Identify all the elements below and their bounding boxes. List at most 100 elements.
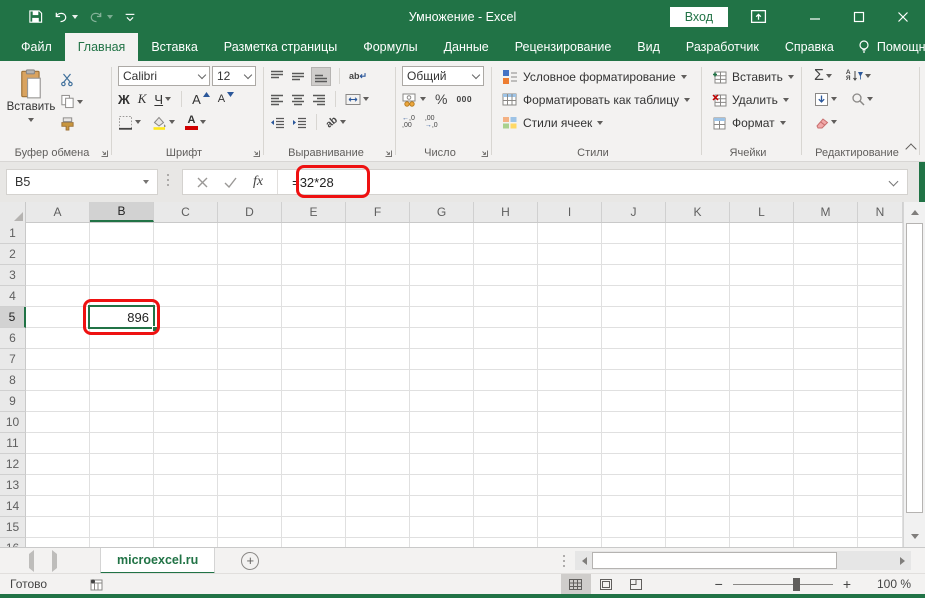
cell-E8[interactable] [282, 370, 346, 391]
cell-C10[interactable] [154, 412, 218, 433]
formula-input-area[interactable]: fx =32*28 [182, 169, 908, 195]
tab-Главная[interactable]: Главная [64, 33, 139, 61]
cell-B2[interactable] [90, 244, 154, 265]
fill-button[interactable] [814, 92, 837, 107]
cell-E16[interactable] [282, 538, 346, 547]
scroll-down-arrow[interactable] [904, 527, 925, 547]
cell-J10[interactable] [602, 412, 666, 433]
column-header-M[interactable]: M [794, 202, 858, 222]
cell-H1[interactable] [474, 223, 538, 244]
formula-bar-splitter[interactable] [167, 174, 169, 186]
cell-F5[interactable] [346, 307, 410, 328]
orientation-button[interactable]: ab [324, 114, 346, 130]
cell-N13[interactable] [858, 475, 903, 496]
number-dialog-launcher[interactable] [479, 148, 489, 158]
cell-N6[interactable] [858, 328, 903, 349]
cell-A3[interactable] [26, 265, 90, 286]
cell-F11[interactable] [346, 433, 410, 454]
cell-H3[interactable] [474, 265, 538, 286]
cell-M14[interactable] [794, 496, 858, 517]
tab-Разработчик[interactable]: Разработчик [673, 33, 772, 61]
cell-D1[interactable] [218, 223, 282, 244]
cell-D5[interactable] [218, 307, 282, 328]
cell-C14[interactable] [154, 496, 218, 517]
cell-N11[interactable] [858, 433, 903, 454]
cell-H14[interactable] [474, 496, 538, 517]
cell-K11[interactable] [666, 433, 730, 454]
cell-C1[interactable] [154, 223, 218, 244]
help-assistant[interactable]: Помощн [847, 33, 925, 61]
row-header-4[interactable]: 4 [0, 286, 26, 307]
cell-E15[interactable] [282, 517, 346, 538]
cell-I1[interactable] [538, 223, 602, 244]
cell-L9[interactable] [730, 391, 794, 412]
cell-L3[interactable] [730, 265, 794, 286]
font-dialog-launcher[interactable] [251, 148, 261, 158]
row-header-13[interactable]: 13 [0, 475, 26, 496]
row-header-8[interactable]: 8 [0, 370, 26, 391]
zoom-level[interactable]: 100 % [869, 577, 911, 591]
cell-N10[interactable] [858, 412, 903, 433]
cell-F16[interactable] [346, 538, 410, 547]
save-icon[interactable] [28, 9, 43, 24]
scroll-right-arrow[interactable] [894, 551, 911, 570]
italic-button[interactable]: К [138, 91, 147, 107]
cell-L13[interactable] [730, 475, 794, 496]
cell-F7[interactable] [346, 349, 410, 370]
cell-A11[interactable] [26, 433, 90, 454]
column-header-G[interactable]: G [410, 202, 474, 222]
redo-button[interactable] [88, 9, 113, 24]
cell-E6[interactable] [282, 328, 346, 349]
cell-C7[interactable] [154, 349, 218, 370]
cell-G11[interactable] [410, 433, 474, 454]
column-header-B[interactable]: B [90, 202, 154, 222]
insert-function-button[interactable]: fx [253, 174, 263, 190]
merge-center-button[interactable] [345, 93, 369, 106]
cell-C13[interactable] [154, 475, 218, 496]
sheet-nav-right-icon[interactable] [52, 549, 61, 572]
cell-K13[interactable] [666, 475, 730, 496]
cell-H4[interactable] [474, 286, 538, 307]
cell-L7[interactable] [730, 349, 794, 370]
cell-J3[interactable] [602, 265, 666, 286]
paste-dropdown-caret[interactable] [28, 118, 34, 125]
paste-button[interactable]: Вставить [6, 66, 56, 131]
cell-A5[interactable] [26, 307, 90, 328]
comma-style-button[interactable]: 000 [456, 94, 472, 104]
column-header-C[interactable]: C [154, 202, 218, 222]
cell-D11[interactable] [218, 433, 282, 454]
tab-Вид[interactable]: Вид [624, 33, 673, 61]
cell-H2[interactable] [474, 244, 538, 265]
cell-C3[interactable] [154, 265, 218, 286]
tab-Рецензирование[interactable]: Рецензирование [502, 33, 625, 61]
sheet-tab-active[interactable]: microexcel.ru [100, 547, 216, 574]
cell-I15[interactable] [538, 517, 602, 538]
percent-style-button[interactable]: % [435, 91, 447, 107]
name-box-caret[interactable] [143, 180, 149, 187]
insert-cells-button[interactable]: Вставить [712, 66, 798, 88]
column-header-F[interactable]: F [346, 202, 410, 222]
cell-J9[interactable] [602, 391, 666, 412]
row-header-11[interactable]: 11 [0, 433, 26, 454]
cell-D2[interactable] [218, 244, 282, 265]
cell-G16[interactable] [410, 538, 474, 547]
wrap-text-button[interactable]: ab↵ [349, 71, 367, 82]
cell-G7[interactable] [410, 349, 474, 370]
cell-N9[interactable] [858, 391, 903, 412]
cell-C16[interactable] [154, 538, 218, 547]
cell-N15[interactable] [858, 517, 903, 538]
row-header-1[interactable]: 1 [0, 223, 26, 244]
align-middle-icon[interactable] [291, 70, 305, 83]
cell-B13[interactable] [90, 475, 154, 496]
cell-K5[interactable] [666, 307, 730, 328]
cell-C6[interactable] [154, 328, 218, 349]
cell-D7[interactable] [218, 349, 282, 370]
cell-F12[interactable] [346, 454, 410, 475]
cell-M5[interactable] [794, 307, 858, 328]
cell-G6[interactable] [410, 328, 474, 349]
cell-L12[interactable] [730, 454, 794, 475]
macro-record-icon[interactable] [89, 578, 104, 591]
format-cells-button[interactable]: Формат [712, 112, 798, 134]
align-bottom-button[interactable] [311, 66, 331, 86]
cell-K4[interactable] [666, 286, 730, 307]
